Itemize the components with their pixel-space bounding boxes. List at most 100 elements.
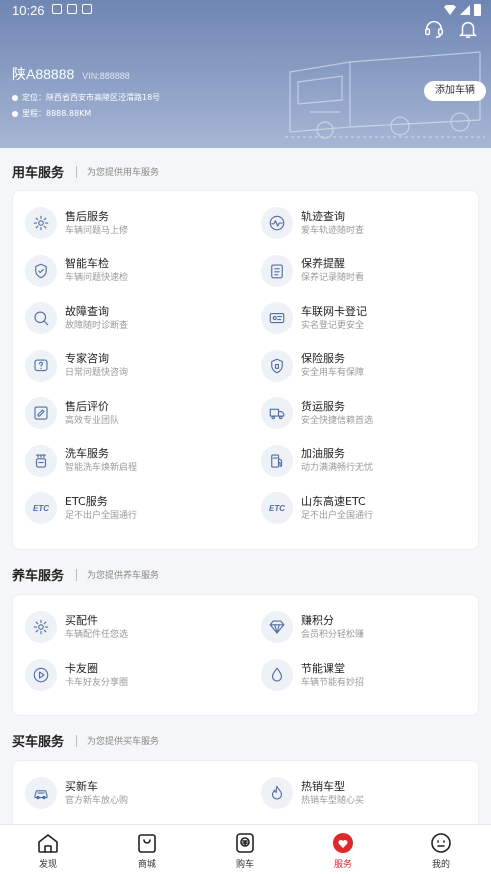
service-item[interactable]: 专家咨询 日常问题快咨询 — [25, 349, 128, 382]
service-name: 加油服务 — [301, 447, 345, 460]
service-item[interactable]: 卡友圈卡车好友分享圈 — [25, 659, 128, 691]
service-name: 节能课堂 — [301, 661, 345, 675]
location-row: 定位：陕西省西安市高陵区泾渭路18号 — [12, 92, 160, 103]
service-description: 故障随时诊断查 — [65, 320, 129, 331]
buy-service-header: 买车服务 为您提供买车服务 — [12, 731, 159, 750]
etc-icon: ETC — [261, 492, 293, 524]
service-description: 安全用车有保障 — [301, 368, 365, 378]
etc-badge: ETC — [33, 503, 49, 513]
service-name: 货运服务 — [301, 399, 345, 413]
nav-label: 我的 — [431, 860, 450, 870]
shopping-bag-icon — [138, 834, 156, 853]
diamond-icon — [261, 611, 293, 643]
section-title: 养车服务 — [12, 569, 65, 584]
calendar-icon — [261, 254, 293, 287]
service-item[interactable]: ETC 山东高速ETC 足不出户全国通行 — [261, 492, 373, 524]
service-name: 保养提醒 — [301, 257, 345, 270]
service-item[interactable]: 热销车型 热销车型随心买 — [261, 777, 364, 809]
service-item[interactable]: 洗车服务智能洗车焕新启程 — [25, 444, 138, 477]
service-name: 卡友圈 — [65, 661, 98, 675]
mileage-text: 里程：8888.88KM — [22, 109, 92, 118]
nav-item-home[interactable]: 发现 — [18, 831, 78, 870]
service-description: 车辆配件任您选 — [65, 629, 129, 640]
service-item[interactable]: 售后评价高效专业团队 — [25, 397, 119, 429]
service-description: 车辆问题快速检 — [65, 273, 129, 283]
service-description: 车辆节能有妙招 — [301, 677, 365, 688]
service-name: 保险服务 — [301, 352, 345, 365]
insurance-icon — [261, 349, 293, 382]
service-name: 车联网卡登记 — [301, 304, 367, 318]
nav-item-money[interactable]: 购车 — [215, 831, 275, 870]
service-item[interactable]: 保险服务安全用车有保障 — [261, 349, 365, 382]
service-item[interactable]: 赚积分 会员积分轻松赚 — [261, 611, 364, 643]
etc-icon: ETC — [25, 492, 57, 524]
question-icon — [25, 349, 57, 382]
service-name: 智能车检 — [65, 257, 109, 270]
service-description: 高效专业团队 — [65, 415, 120, 426]
service-name: 洗车服务 — [65, 447, 109, 460]
gear-icon — [25, 611, 57, 643]
maintain-service-header: 养车服务 为您提供养车服务 — [12, 565, 159, 584]
notification-icon — [67, 4, 77, 14]
service-item[interactable]: 货运服务 安全快捷信赖首选 — [261, 397, 373, 429]
nav-item-heart[interactable]: 服务 — [313, 831, 373, 870]
car-wash-icon — [25, 444, 57, 477]
service-item[interactable]: 买配件 车辆配件任您选 — [25, 611, 128, 643]
service-description: 爱车轨迹随时查 — [301, 225, 365, 236]
service-item[interactable]: 买新车 官方新车放心购 — [25, 777, 128, 809]
etc-badge: ETC — [269, 503, 285, 513]
service-name: 专家咨询 — [65, 352, 109, 365]
service-description: 智能洗车焕新启程 — [65, 463, 138, 473]
hot-icon — [261, 777, 293, 809]
service-name: 山东高速ETC — [301, 494, 366, 508]
service-item[interactable]: 智能车检车辆问题快速检 — [25, 254, 129, 287]
customer-service-icon[interactable] — [423, 18, 445, 40]
service-description: 热销车型随心买 — [301, 795, 365, 806]
bottom-navigation: 发现 商城 购车 服务 我的 — [0, 824, 491, 874]
shield-check-icon — [25, 254, 57, 287]
add-vehicle-button[interactable]: 添加车辆 — [424, 81, 486, 101]
notification-icon — [52, 4, 62, 14]
mileage-row: 里程：8888.88KM — [12, 108, 91, 119]
drop-icon — [261, 659, 293, 691]
search-icon — [25, 302, 57, 334]
notification-icon — [82, 4, 92, 14]
status-notification-icons — [52, 4, 92, 14]
service-description: 官方新车放心购 — [65, 795, 129, 806]
nav-item-shopping-bag[interactable]: 商城 — [117, 831, 177, 870]
service-description: 足不出户全国通行 — [301, 510, 374, 521]
service-description: 卡车好友分享圈 — [65, 677, 129, 688]
nav-label: 服务 — [333, 860, 352, 870]
divider — [76, 734, 78, 747]
service-description: 保养记录随时看 — [301, 273, 365, 283]
service-item[interactable]: 车联网卡登记 实名登记更安全 — [261, 302, 367, 334]
service-name: 售后评价 — [65, 399, 109, 413]
bell-icon[interactable] — [457, 18, 479, 40]
home-icon — [38, 834, 58, 853]
section-subtitle: 为您提供买车服务 — [87, 737, 160, 747]
service-name: ETC服务 — [65, 494, 108, 508]
edit-icon — [25, 397, 57, 429]
service-item[interactable]: 保养提醒保养记录随时看 — [261, 254, 365, 287]
nav-item-face[interactable]: 我的 — [411, 831, 471, 870]
service-item[interactable]: 加油服务 动力满满畅行无忧 — [261, 444, 373, 477]
service-description: 车辆问题马上修 — [65, 225, 129, 236]
vehicle-header: 10:26 陕A88888 VIN:888888 定位：陕西省西安市高陵区泾渭路… — [0, 0, 491, 148]
service-description: 足不出户全国通行 — [65, 510, 138, 521]
location-text: 定位：陕西省西安市高陵区泾渭路18号 — [22, 93, 161, 102]
vin-number: VIN:888888 — [82, 71, 130, 81]
service-name: 故障查询 — [65, 304, 109, 318]
section-title: 买车服务 — [12, 735, 65, 750]
service-item[interactable]: 售后服务车辆问题马上修 — [25, 207, 128, 239]
money-icon — [236, 833, 254, 853]
signal-icon — [460, 5, 470, 15]
service-item[interactable]: 节能课堂车辆节能有妙招 — [261, 659, 364, 691]
service-item[interactable]: 轨迹查询 爱车轨迹随时查 — [261, 207, 364, 239]
use-service-card: 售后服务车辆问题马上修 轨迹查询 爱车轨迹随时查智能车检车辆问题快速检 保养提醒保养记… — [12, 190, 479, 550]
track-icon — [261, 207, 293, 239]
divider — [76, 165, 78, 178]
fuel-icon — [261, 444, 293, 477]
service-name: 售后服务 — [65, 209, 109, 223]
service-item[interactable]: ETC ETC服务足不出户全国通行 — [25, 492, 137, 524]
service-item[interactable]: 故障查询故障随时诊断查 — [25, 302, 128, 334]
